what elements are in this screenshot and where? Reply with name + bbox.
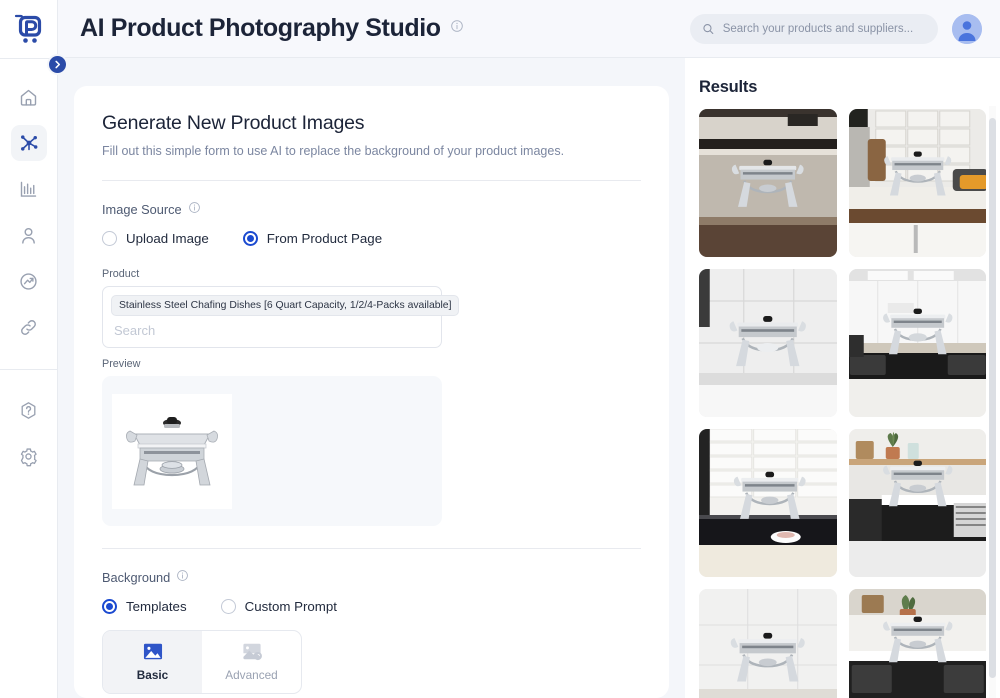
preview-label: Preview — [102, 358, 141, 370]
search-input[interactable] — [722, 22, 926, 35]
preview-box — [102, 376, 442, 526]
radio-from-product-page[interactable] — [242, 231, 258, 246]
image-source-info-icon[interactable] — [188, 201, 201, 217]
content-area: Generate New Product Images Fill out thi… — [58, 58, 1000, 698]
network-nodes-icon — [20, 135, 37, 151]
results-panel: Results — [685, 58, 1000, 698]
bar-chart-icon — [20, 181, 37, 197]
result-image-6[interactable] — [848, 429, 986, 577]
search-icon — [703, 23, 714, 34]
product-chip[interactable]: Stainless Steel Chafing Dishes [6 Quart … — [111, 295, 460, 316]
results-grid — [699, 109, 986, 698]
sidebar-item-analytics[interactable] — [11, 171, 47, 207]
result-thumbnail-image — [699, 109, 837, 257]
sidebar-item-settings[interactable] — [11, 438, 47, 474]
result-image-2[interactable] — [848, 109, 986, 257]
background-label-row: Background — [102, 569, 641, 585]
tab-basic-label: Basic — [136, 668, 169, 682]
link-icon — [21, 319, 36, 335]
title-info-icon[interactable] — [450, 19, 464, 38]
question-hexagon-icon — [21, 401, 36, 419]
sidebar — [0, 0, 66, 698]
result-thumbnail-image — [699, 589, 837, 698]
form-divider — [102, 180, 641, 181]
search-box[interactable] — [690, 13, 938, 44]
image-icon — [143, 643, 162, 660]
sidebar-collapse-button[interactable] — [49, 56, 66, 73]
template-tab-group: Basic Advanced — [102, 630, 302, 694]
radio-upload-image[interactable] — [102, 231, 117, 246]
top-bar: AI Product Photography Studio — [58, 0, 1000, 58]
form-title: Generate New Product Images — [102, 112, 365, 134]
radio-option-templates[interactable]: Templates — [102, 599, 187, 614]
radio-option-custom-prompt[interactable]: Custom Prompt — [220, 599, 337, 614]
result-image-8[interactable] — [848, 589, 986, 698]
result-image-4[interactable] — [848, 269, 986, 417]
cart-b-logo-icon — [14, 14, 41, 43]
main-area: AI Product Photography Studio Search you… — [58, 0, 1000, 698]
image-settings-icon — [242, 643, 262, 661]
info-icon — [177, 570, 189, 581]
result-image-5[interactable] — [699, 429, 837, 577]
results-title: Results — [699, 78, 758, 96]
sidebar-nav — [0, 59, 58, 474]
sidebar-item-ai-studio[interactable] — [10, 125, 47, 161]
radio-label-custom-prompt: Custom Prompt — [244, 599, 337, 614]
form-column: Generate New Product Images Fill out thi… — [58, 58, 685, 698]
sidebar-item-links[interactable] — [11, 309, 47, 345]
product-select[interactable]: Stainless Steel Chafing Dishes [6 Quart … — [102, 286, 460, 348]
chafing-dish-image — [116, 401, 228, 501]
result-thumbnail-image — [848, 269, 986, 417]
info-icon — [188, 202, 200, 213]
radio-option-from-product-page[interactable]: From Product Page — [242, 231, 383, 246]
radio-label-upload-image: Upload Image — [126, 231, 209, 246]
background-info-icon[interactable] — [176, 569, 189, 585]
avatar[interactable] — [952, 13, 982, 44]
page-title: AI Product Photography Studio — [80, 14, 441, 42]
gear-icon — [20, 447, 37, 466]
image-source-label-row: Image Source — [102, 201, 641, 217]
result-thumbnail-image — [699, 429, 837, 577]
background-radio-group: Templates Custom Prompt — [102, 599, 641, 614]
radio-templates[interactable] — [102, 599, 117, 614]
trending-up-circle-icon — [20, 272, 37, 290]
info-icon — [450, 20, 463, 32]
brand-logo[interactable] — [0, 0, 57, 58]
result-thumbnail-image — [848, 429, 986, 577]
result-thumbnail-image — [848, 589, 986, 698]
chevron-right-icon — [55, 60, 61, 69]
results-scrollbar-thumb[interactable] — [989, 118, 996, 678]
user-icon — [22, 227, 35, 244]
tab-advanced[interactable]: Advanced — [202, 631, 301, 693]
result-thumbnail-image — [848, 109, 986, 257]
sidebar-section-divider — [0, 369, 58, 370]
app-root: AI Product Photography Studio Search you… — [0, 0, 1000, 698]
background-label: Background — [102, 569, 171, 585]
form-subtitle: Fill out this simple form to use AI to r… — [102, 144, 565, 158]
sidebar-item-account[interactable] — [11, 217, 47, 253]
result-image-3[interactable] — [699, 269, 837, 417]
radio-label-templates: Templates — [126, 599, 187, 614]
home-icon — [20, 89, 37, 106]
radio-custom-prompt[interactable] — [220, 599, 236, 614]
tab-basic[interactable]: Basic — [103, 631, 202, 693]
sidebar-item-insights[interactable] — [11, 263, 47, 299]
result-thumbnail-image — [699, 269, 837, 417]
preview-image — [112, 393, 232, 509]
image-source-radio-group: Upload Image From Product Page — [102, 231, 641, 246]
image-source-label: Image Source — [102, 201, 182, 217]
product-label: Product — [102, 268, 140, 280]
tab-advanced-label: Advanced — [225, 668, 278, 682]
sidebar-item-home[interactable] — [11, 79, 47, 115]
background-divider — [102, 548, 641, 549]
result-image-7[interactable] — [699, 589, 837, 698]
result-image-1[interactable] — [699, 109, 837, 257]
radio-option-upload-image[interactable]: Upload Image — [102, 231, 209, 246]
radio-label-from-product-page: From Product Page — [266, 231, 383, 246]
product-search-input[interactable] — [111, 316, 433, 341]
sidebar-item-help[interactable] — [11, 392, 47, 428]
generate-form-card: Generate New Product Images Fill out thi… — [74, 86, 669, 698]
user-avatar-icon — [952, 13, 982, 44]
